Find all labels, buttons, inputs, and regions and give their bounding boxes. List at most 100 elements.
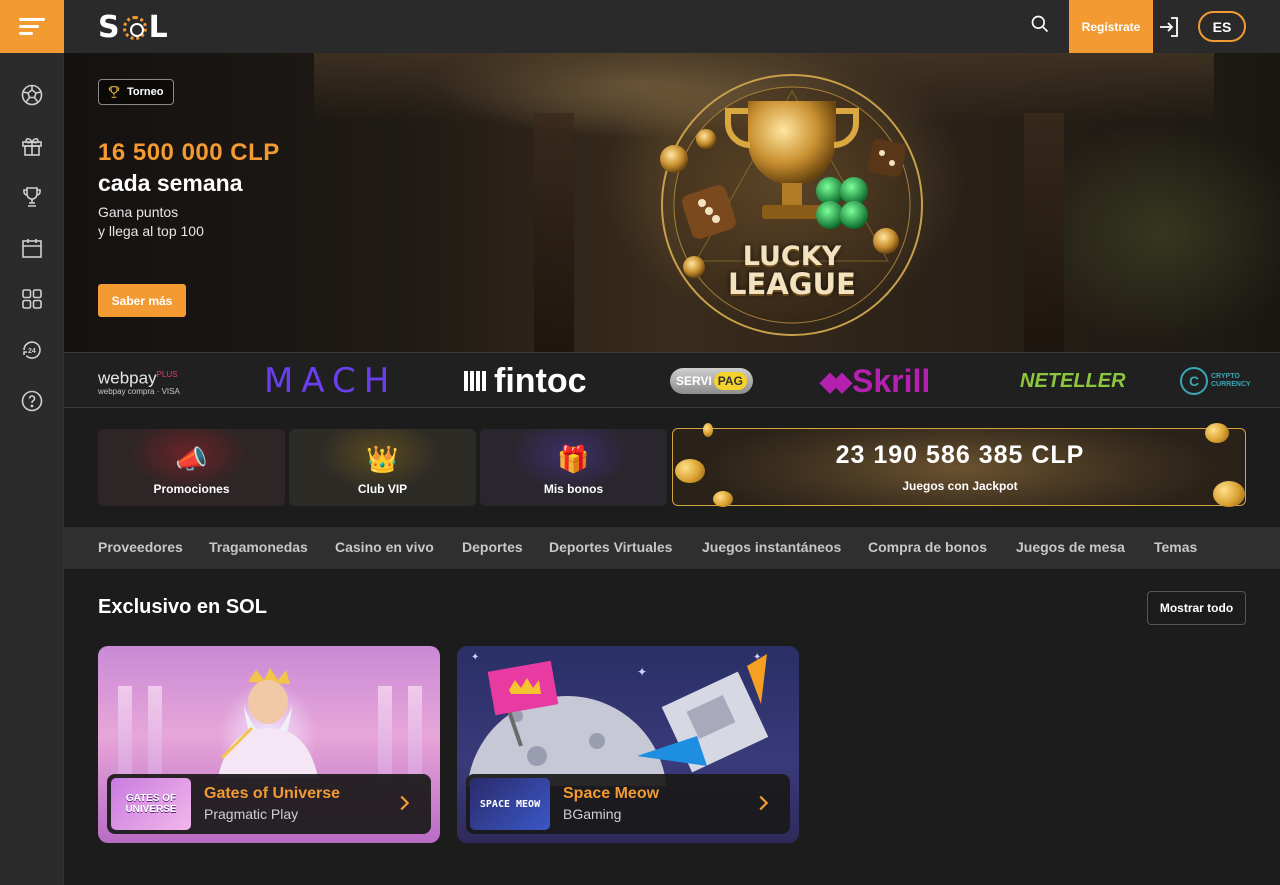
hero-title: cada semana	[98, 170, 243, 196]
svg-text:✦: ✦	[637, 665, 647, 679]
hero-banner[interactable]: Torneo 16 500 000 CLP cada semana Gana p…	[64, 53, 1280, 352]
sidebar-item-categories[interactable]	[10, 277, 54, 321]
gold-coin-icon	[713, 491, 733, 507]
crypto-coin-icon: C	[1180, 367, 1208, 395]
language-selector[interactable]: ES	[1198, 11, 1246, 42]
payment-crypto-logo: C CRYPTO CURRENCY	[1180, 361, 1251, 401]
lucky-league-line2: LEAGUE	[728, 267, 856, 301]
category-deportes[interactable]: Deportes	[462, 539, 523, 555]
crypto-text-line1: CRYPTO	[1211, 373, 1240, 380]
category-juegos-de-mesa[interactable]: Juegos de mesa	[1016, 539, 1125, 555]
menu-toggle-button[interactable]	[0, 0, 64, 53]
soccer-ball-icon	[21, 84, 42, 106]
fintoc-bars-icon	[464, 371, 488, 391]
payment-skrill-logo: ◆◆ Skrill	[820, 361, 930, 401]
search-icon	[1031, 15, 1049, 33]
jackpot-label: Juegos con Jackpot	[902, 479, 1018, 493]
megaphone-icon: 📣	[175, 444, 208, 474]
sidebar-item-help[interactable]	[10, 379, 54, 423]
app: 24 SL Regístrate ES Torneo 16 500 000 CL…	[0, 0, 1280, 885]
game-card[interactable]: GATES OF UNIVERSE Gates of Universe Prag…	[98, 646, 440, 843]
grid-icon	[21, 289, 42, 309]
hamburger-icon	[19, 14, 45, 39]
calendar-icon	[21, 239, 42, 258]
temple-column-decoration	[378, 686, 392, 786]
skrill-diamond-icon: ◆◆	[820, 365, 852, 396]
trophy-icon	[108, 86, 120, 98]
game-provider: Pragmatic Play	[204, 806, 299, 822]
tournament-badge[interactable]: Torneo	[98, 79, 175, 105]
gift-icon	[21, 138, 42, 156]
webpay-text: webpay	[98, 368, 157, 388]
game-info-bar: SPACE MEOW Space Meow BGaming	[466, 774, 790, 834]
category-proveedores[interactable]: Proveedores	[98, 539, 183, 555]
tournament-badge-label: Torneo	[127, 86, 164, 98]
sun-icon	[122, 15, 147, 40]
category-casino-en-vivo[interactable]: Casino en vivo	[335, 539, 434, 555]
svg-text:✦: ✦	[753, 652, 761, 663]
section-title: Exclusivo en SOL	[98, 596, 267, 618]
register-button[interactable]: Regístrate	[1069, 0, 1153, 53]
zeus-character-art	[218, 668, 318, 778]
login-icon	[1160, 17, 1178, 37]
payment-webpay-logo: webpayPLUS webpay compra · VISA	[98, 361, 180, 401]
login-button[interactable]	[1154, 12, 1184, 42]
category-nav: Proveedores Tragamonedas Casino en vivo …	[64, 527, 1280, 569]
sidebar-nav: 24	[0, 53, 63, 430]
skrill-text: Skrill	[852, 362, 931, 399]
my-bonuses-tile-label: Mis bonos	[543, 482, 604, 496]
temple-column-decoration	[148, 686, 162, 786]
game-info-bar: GATES OF UNIVERSE Gates of Universe Prag…	[107, 774, 431, 834]
fintoc-text: fintoc	[494, 361, 587, 400]
temple-column-decoration	[118, 686, 132, 786]
category-juegos-instantaneos[interactable]: Juegos instantáneos	[702, 539, 841, 555]
payment-mach-logo: MACH	[264, 361, 398, 401]
space-meow-art: ✦ ✦ ✦	[467, 652, 769, 786]
webpay-plus-text: PLUS	[156, 369, 178, 379]
search-button[interactable]	[1030, 14, 1056, 40]
crypto-text-line2: CURRENCY	[1211, 381, 1251, 388]
jackpot-amount: 23 190 586 385 CLP	[835, 441, 1085, 469]
lucky-league-artwork: LUCKY LEAGUE	[658, 71, 926, 339]
gold-coin-icon	[703, 423, 713, 437]
support-24-icon: 24	[22, 341, 41, 359]
quick-access-tiles: 📣 Promociones 👑 Club VIP 🎁 Mis bonos 23 …	[64, 408, 1280, 526]
sidebar-item-sports[interactable]	[10, 73, 54, 117]
club-vip-tile[interactable]: 👑 Club VIP	[289, 429, 476, 506]
trophy-icon	[22, 187, 41, 207]
learn-more-button[interactable]: Saber más	[98, 284, 186, 317]
category-compra-de-bonos[interactable]: Compra de bonos	[868, 539, 987, 555]
servipag-text-a: SERVI	[676, 374, 712, 388]
show-all-button[interactable]: Mostrar todo	[1147, 591, 1246, 625]
game-provider: BGaming	[563, 806, 622, 822]
chevron-right-icon[interactable]	[752, 792, 774, 814]
jackpot-games-banner[interactable]: 23 190 586 385 CLP Juegos con Jackpot	[672, 423, 1246, 507]
payment-neteller-logo: NETELLER	[1020, 369, 1126, 392]
category-tragamonedas[interactable]: Tragamonedas	[209, 539, 308, 555]
sidebar-item-tournaments[interactable]	[10, 175, 54, 219]
svg-text:✦: ✦	[471, 652, 479, 663]
help-icon	[21, 390, 42, 412]
sidebar-item-support[interactable]: 24	[10, 328, 54, 372]
sol-logo[interactable]: SL	[98, 10, 169, 45]
chevron-right-icon[interactable]	[393, 792, 415, 814]
promotions-tile[interactable]: 📣 Promociones	[98, 429, 285, 506]
category-temas[interactable]: Temas	[1154, 539, 1197, 555]
crown-icon: 👑	[366, 444, 399, 474]
category-deportes-virtuales[interactable]: Deportes Virtuales	[549, 539, 672, 555]
my-bonuses-tile[interactable]: 🎁 Mis bonos	[480, 429, 667, 506]
hero-description-line1: Gana puntos	[98, 204, 179, 220]
sidebar-item-calendar[interactable]	[10, 226, 54, 270]
promotions-tile-label: Promociones	[153, 482, 230, 496]
svg-text:24: 24	[28, 348, 36, 355]
game-card[interactable]: ✦ ✦ ✦ SPACE MEOW Space Meow BGaming	[457, 646, 799, 843]
sidebar-item-promotions[interactable]	[10, 124, 54, 168]
gift-box-icon: 🎁	[557, 444, 590, 474]
game-title: Gates of Universe	[204, 785, 341, 802]
gold-coin-icon	[1205, 423, 1229, 443]
payment-fintoc-logo: fintoc	[464, 361, 587, 401]
sidebar: 24	[0, 0, 64, 885]
top-header: SL Regístrate ES	[64, 0, 1280, 53]
hero-prize-amount: 16 500 000 CLP	[98, 139, 280, 166]
hero-pillar-decoration	[534, 113, 574, 352]
